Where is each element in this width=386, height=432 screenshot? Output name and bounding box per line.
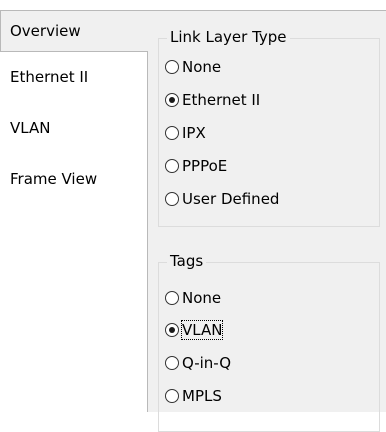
tab-strip: Overview Ethernet II VLAN Frame View (0, 0, 147, 412)
link-layer-pppoe-radio[interactable]: PPPoE (165, 155, 227, 177)
radio-unchecked-icon (165, 159, 179, 173)
radio-checked-icon (165, 323, 179, 337)
radio-unchecked-icon (165, 192, 179, 206)
radio-unchecked-icon (165, 126, 179, 140)
tags-none-radio[interactable]: None (165, 287, 221, 309)
tab-ethernet-ii[interactable]: Ethernet II (0, 58, 147, 96)
tags-title: Tags (167, 252, 207, 270)
link-layer-pppoe-label: PPPoE (182, 157, 228, 175)
tab-overview[interactable]: Overview (0, 10, 147, 52)
tab-ethernet-ii-label: Ethernet II (10, 68, 89, 86)
tags-vlan-radio[interactable]: VLAN (165, 319, 224, 341)
link-layer-user-defined-radio[interactable]: User Defined (165, 188, 279, 210)
link-layer-ethernet-ii-radio[interactable]: Ethernet II (165, 89, 260, 111)
link-layer-ethernet-ii-label: Ethernet II (182, 91, 261, 109)
link-layer-none-radio[interactable]: None (165, 56, 221, 78)
link-layer-none-label: None (182, 58, 222, 76)
link-layer-ipx-label: IPX (182, 124, 206, 142)
tags-mpls-radio[interactable]: MPLS (165, 385, 222, 407)
tags-none-label: None (182, 289, 222, 307)
link-layer-type-title: Link Layer Type (167, 28, 290, 46)
link-layer-type-group: Link Layer Type None Ethernet II IPX PPP… (158, 28, 380, 227)
tags-group: Tags None VLAN Q-in-Q MPLS (158, 252, 380, 432)
tab-vlan-label: VLAN (10, 119, 51, 137)
tab-overview-label: Overview (10, 22, 81, 40)
radio-unchecked-icon (165, 291, 179, 305)
radio-checked-icon (165, 93, 179, 107)
link-layer-user-defined-label: User Defined (182, 190, 280, 208)
link-layer-ipx-radio[interactable]: IPX (165, 122, 206, 144)
overview-content-pane: Link Layer Type None Ethernet II IPX PPP… (147, 10, 386, 432)
tags-q-in-q-label: Q-in-Q (182, 354, 232, 372)
radio-unchecked-icon (165, 60, 179, 74)
tab-frame-view[interactable]: Frame View (0, 160, 147, 198)
tags-q-in-q-radio[interactable]: Q-in-Q (165, 352, 231, 374)
tags-mpls-label: MPLS (182, 387, 222, 405)
radio-unchecked-icon (165, 389, 179, 403)
tab-vlan[interactable]: VLAN (0, 109, 147, 147)
radio-unchecked-icon (165, 356, 179, 370)
tab-frame-view-label: Frame View (10, 170, 98, 188)
active-tab-join (146, 11, 149, 51)
tags-vlan-label: VLAN (180, 320, 224, 340)
